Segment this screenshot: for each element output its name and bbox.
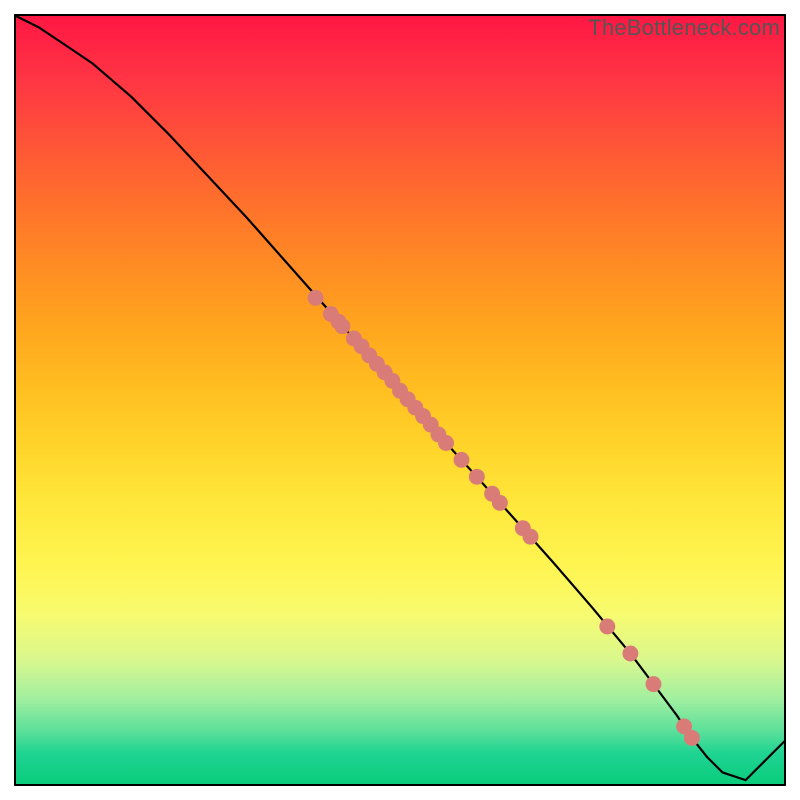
data-marker bbox=[599, 619, 615, 635]
marker-group bbox=[308, 290, 700, 746]
data-marker bbox=[523, 529, 539, 545]
data-marker bbox=[308, 290, 324, 306]
data-marker bbox=[438, 435, 454, 451]
data-marker bbox=[469, 469, 485, 485]
data-marker bbox=[684, 730, 700, 746]
data-marker bbox=[454, 452, 470, 468]
data-marker bbox=[492, 495, 508, 511]
data-marker bbox=[334, 318, 350, 334]
data-marker bbox=[646, 676, 662, 692]
chart-svg bbox=[16, 16, 784, 784]
data-marker bbox=[622, 646, 638, 662]
chart-container: TheBottleneck.com bbox=[0, 0, 800, 800]
plot-area: TheBottleneck.com bbox=[14, 14, 786, 786]
